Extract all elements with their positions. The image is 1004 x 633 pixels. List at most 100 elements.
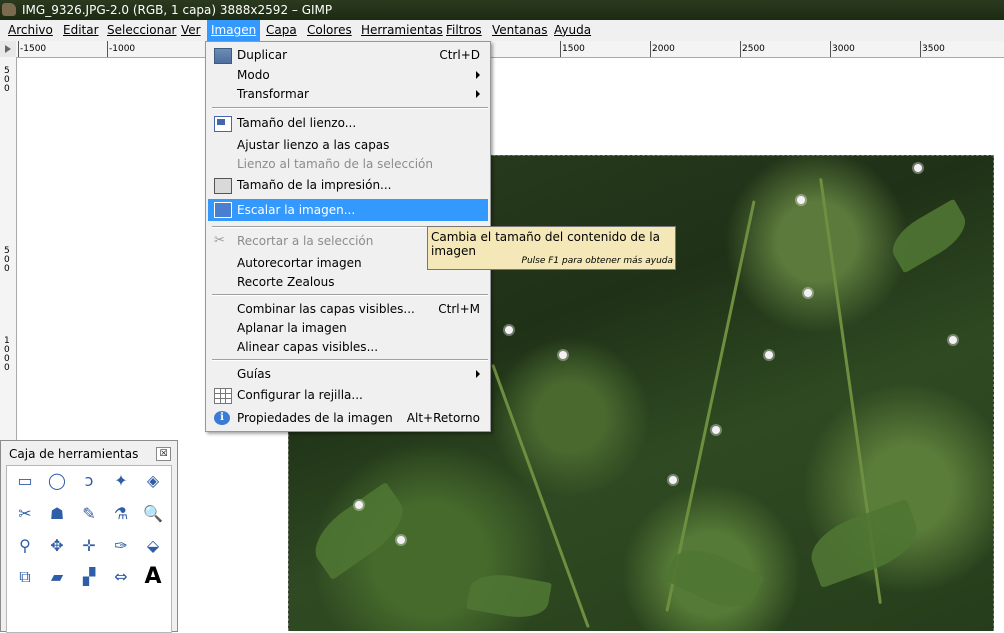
menu-item-modo[interactable]: Modo [208, 65, 488, 85]
menu-item-recorte-zealous[interactable]: Recorte Zealous [208, 272, 488, 292]
fuzzy-select-tool[interactable]: ✦ [108, 468, 134, 494]
flower-dot [505, 326, 513, 334]
free-select-tool[interactable]: ↄ [76, 468, 102, 494]
menu-ver[interactable]: Ver [177, 20, 205, 41]
menu-item-tamano-impresion[interactable]: Tamaño de la impresión... [208, 175, 488, 195]
menu-seleccionar[interactable]: Seleccionar [103, 20, 180, 41]
ruler-mark [740, 41, 741, 57]
menu-item-aplanar[interactable]: Aplanar la imagen [208, 318, 488, 338]
menu-item-guias[interactable]: Guías [208, 364, 488, 384]
ellipse-select-tool[interactable]: ◯ [44, 468, 70, 494]
color-picker-tool[interactable]: ⚗ [108, 501, 134, 527]
ruler-mark [560, 41, 561, 57]
grid-icon [214, 388, 232, 404]
menu-item-label: Alinear capas visibles... [237, 340, 379, 354]
info-icon: i [214, 411, 230, 425]
perspective-tool[interactable]: ▞ [76, 564, 102, 590]
rect-select-tool[interactable]: ▭ [12, 468, 38, 494]
text-tool[interactable]: A [140, 564, 166, 590]
menu-bar: Archivo Editar Seleccionar Ver Imagen Ca… [0, 20, 1004, 42]
flower-dot [355, 501, 363, 509]
ruler-tick: 1500 [562, 44, 585, 54]
menu-item-tamano-lienzo[interactable]: Tamaño del lienzo... [208, 113, 488, 133]
crop-tool[interactable]: ✑ [108, 533, 134, 559]
toolbox-panel: Caja de herramientas ☒ ▭ ◯ ↄ ✦ ◈ ✂ ☗ ✎ ⚗… [0, 440, 178, 633]
menu-filtros[interactable]: Filtros [442, 20, 486, 41]
leaf-shape [303, 481, 415, 581]
menu-capa[interactable]: Capa [262, 20, 301, 41]
menu-item-label: Modo [237, 68, 270, 82]
foreground-select-tool[interactable]: ☗ [44, 501, 70, 527]
menu-item-label: Configurar la rejilla... [237, 388, 363, 402]
ruler-tick: -1000 [109, 44, 136, 54]
scale-tool[interactable]: ⧉ [12, 564, 38, 590]
tooltip-help: Pulse F1 para obtener más ayuda [521, 256, 673, 266]
menu-imagen[interactable]: Imagen [207, 20, 261, 41]
toolbox-title: Caja de herramientas [9, 447, 139, 461]
flower-dot [914, 164, 922, 172]
menu-item-label: Lienzo al tamaño de la selección [237, 157, 433, 171]
measure-tool[interactable]: ⚲ [12, 533, 38, 559]
flower-dot [712, 426, 720, 434]
flower-dot [669, 476, 677, 484]
shortcut-label: Ctrl+M [438, 302, 480, 316]
horizontal-ruler[interactable]: -1500 -1000 1500 2000 2500 3000 3500 [16, 41, 1004, 58]
duplicate-icon [214, 48, 232, 64]
menu-item-configurar-rejilla[interactable]: Configurar la rejilla... [208, 385, 488, 405]
menu-ventanas[interactable]: Ventanas [488, 20, 552, 41]
arrow-right-icon [5, 45, 11, 53]
ruler-mark [107, 41, 108, 57]
menu-separator [212, 359, 488, 361]
flower-dot [949, 336, 957, 344]
menu-item-label: Combinar las capas visibles... [237, 302, 415, 316]
ruler-corner-button[interactable] [0, 41, 17, 58]
ruler-mark [18, 41, 19, 57]
leaf-shape [802, 498, 926, 589]
ruler-tick: 500 [4, 246, 10, 274]
gimp-logo-icon [2, 3, 16, 16]
menu-item-label: Aplanar la imagen [237, 321, 347, 335]
menu-item-label: Tamaño del lienzo... [237, 116, 357, 130]
paths-tool[interactable]: ✎ [76, 501, 102, 527]
flower-dot [559, 351, 567, 359]
menu-item-duplicar[interactable]: Duplicar Ctrl+D [208, 45, 488, 65]
print-size-icon [214, 178, 232, 194]
menu-separator [212, 107, 488, 109]
menu-colores[interactable]: Colores [303, 20, 356, 41]
menu-editar[interactable]: Editar [59, 20, 103, 41]
flower-dot [397, 536, 405, 544]
ruler-tick: 2000 [652, 44, 675, 54]
menu-item-escalar-imagen[interactable]: Escalar la imagen... [208, 199, 488, 221]
menu-herramientas[interactable]: Herramientas [357, 20, 447, 41]
menu-item-combinar-capas[interactable]: Combinar las capas visibles... Ctrl+M [208, 299, 488, 319]
menu-archivo[interactable]: Archivo [4, 20, 57, 41]
plant-stem [665, 200, 756, 612]
move-tool[interactable]: ✥ [44, 533, 70, 559]
flower-dot [765, 351, 773, 359]
window-title: IMG_9326.JPG-2.0 (RGB, 1 capa) 3888x2592… [22, 3, 333, 17]
close-icon[interactable]: ☒ [156, 447, 171, 461]
menu-item-alinear-capas[interactable]: Alinear capas visibles... [208, 337, 488, 357]
align-tool[interactable]: ✛ [76, 533, 102, 559]
menu-item-transformar[interactable]: Transformar [208, 84, 488, 104]
menu-item-ajustar-lienzo[interactable]: Ajustar lienzo a las capas [208, 135, 488, 155]
crop-icon: ✂ [214, 233, 225, 248]
menu-ayuda[interactable]: Ayuda [550, 20, 595, 41]
menu-separator [212, 294, 488, 296]
scissors-tool[interactable]: ✂ [12, 501, 38, 527]
leaf-shape [884, 198, 974, 274]
zoom-tool[interactable]: 🔍 [140, 501, 166, 527]
shear-tool[interactable]: ▰ [44, 564, 70, 590]
submenu-arrow-icon [476, 370, 480, 378]
tooltip: Cambia el tamaño del contenido de la ima… [427, 226, 676, 270]
ruler-tick: 3500 [922, 44, 945, 54]
menu-item-label: Recorte Zealous [237, 275, 335, 289]
ruler-mark [650, 41, 651, 57]
menu-item-label: Autorecortar imagen [237, 256, 362, 270]
shortcut-label: Alt+Retorno [406, 411, 480, 425]
rotate-tool[interactable]: ⬙ [140, 533, 166, 559]
menu-item-propiedades[interactable]: i Propiedades de la imagen Alt+Retorno [208, 408, 488, 428]
color-select-tool[interactable]: ◈ [140, 468, 166, 494]
scale-image-icon [214, 202, 232, 218]
flip-tool[interactable]: ⇔ [108, 564, 134, 590]
